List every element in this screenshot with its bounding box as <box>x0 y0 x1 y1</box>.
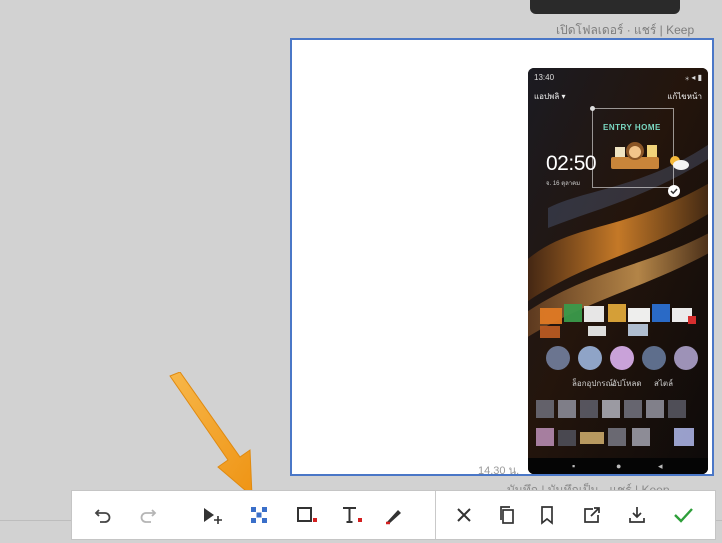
bookmark-button[interactable] <box>532 499 562 531</box>
home-icon: ● <box>616 461 622 471</box>
phone-edit-label: แก้ไขหน้า <box>667 92 702 101</box>
phone-tab: อัปโหลด <box>612 379 642 388</box>
annotation-arrow-icon <box>169 372 253 498</box>
confirm-button[interactable] <box>668 499 698 531</box>
close-button[interactable] <box>449 499 479 531</box>
phone-carrier-label: แอปพลิ ▾ <box>534 92 566 101</box>
phone-tab: ล็อกอุปกรณ์ <box>572 379 613 388</box>
copy-icon <box>500 506 514 524</box>
recent-apps-icon: ▪ <box>572 461 576 471</box>
copy-button[interactable] <box>492 499 522 531</box>
rectangle-icon <box>297 507 317 522</box>
widget-handle-icon <box>590 106 595 111</box>
previous-image-strip <box>530 0 680 14</box>
image-canvas[interactable]: 13:40 ⁎ ◂ ▮ แอปพลิ ▾ แก้ไขหน้า ENTRY HOM… <box>290 38 714 477</box>
pen-button[interactable] <box>380 499 410 531</box>
editor-toolbar <box>71 490 716 540</box>
text-icon <box>343 507 362 523</box>
phone-status-time: 13:40 <box>534 73 555 82</box>
share-button[interactable] <box>577 499 607 531</box>
lockscreen-widget: ENTRY HOME <box>590 106 674 188</box>
lockscreen-clock: 02:50 <box>546 152 597 175</box>
download-button[interactable] <box>622 499 652 531</box>
back-icon: ◂ <box>658 461 663 471</box>
image-timestamp: 14.30 น. <box>478 465 520 477</box>
widget-title: ENTRY HOME <box>603 123 661 132</box>
close-icon <box>457 508 471 522</box>
checkmark-icon <box>674 508 693 523</box>
undo-icon <box>94 509 111 523</box>
share-icon <box>584 507 600 523</box>
undo-button[interactable] <box>88 499 118 531</box>
select-move-icon <box>204 508 222 524</box>
pixelate-icon <box>251 507 267 523</box>
redo-icon <box>140 509 157 523</box>
rectangle-button[interactable] <box>292 499 322 531</box>
characters-icon <box>611 142 659 169</box>
screenshot-image: 13:40 ⁎ ◂ ▮ แอปพลิ ▾ แก้ไขหน้า ENTRY HOM… <box>528 68 708 474</box>
pixelate-button[interactable] <box>244 499 274 531</box>
redo-button[interactable] <box>133 499 163 531</box>
phone-tab: สไตล์ <box>654 379 674 388</box>
weather-icon <box>670 156 689 170</box>
phone-nav-bar: ▪ ● ◂ <box>528 458 708 474</box>
download-icon <box>629 507 645 523</box>
text-button[interactable] <box>337 499 367 531</box>
pen-icon <box>386 510 401 525</box>
phone-status-icons: ⁎ ◂ ▮ <box>685 73 702 82</box>
check-circle-icon <box>668 185 680 197</box>
lockscreen-date: จ. 16 ตุลาคม <box>546 181 581 187</box>
bookmark-icon <box>541 506 553 525</box>
phone-tab-row: ล็อกอุปกรณ์ อัปโหลด สไตล์ <box>528 374 708 392</box>
toolbar-divider <box>435 491 436 539</box>
select-move-button[interactable] <box>198 499 228 531</box>
